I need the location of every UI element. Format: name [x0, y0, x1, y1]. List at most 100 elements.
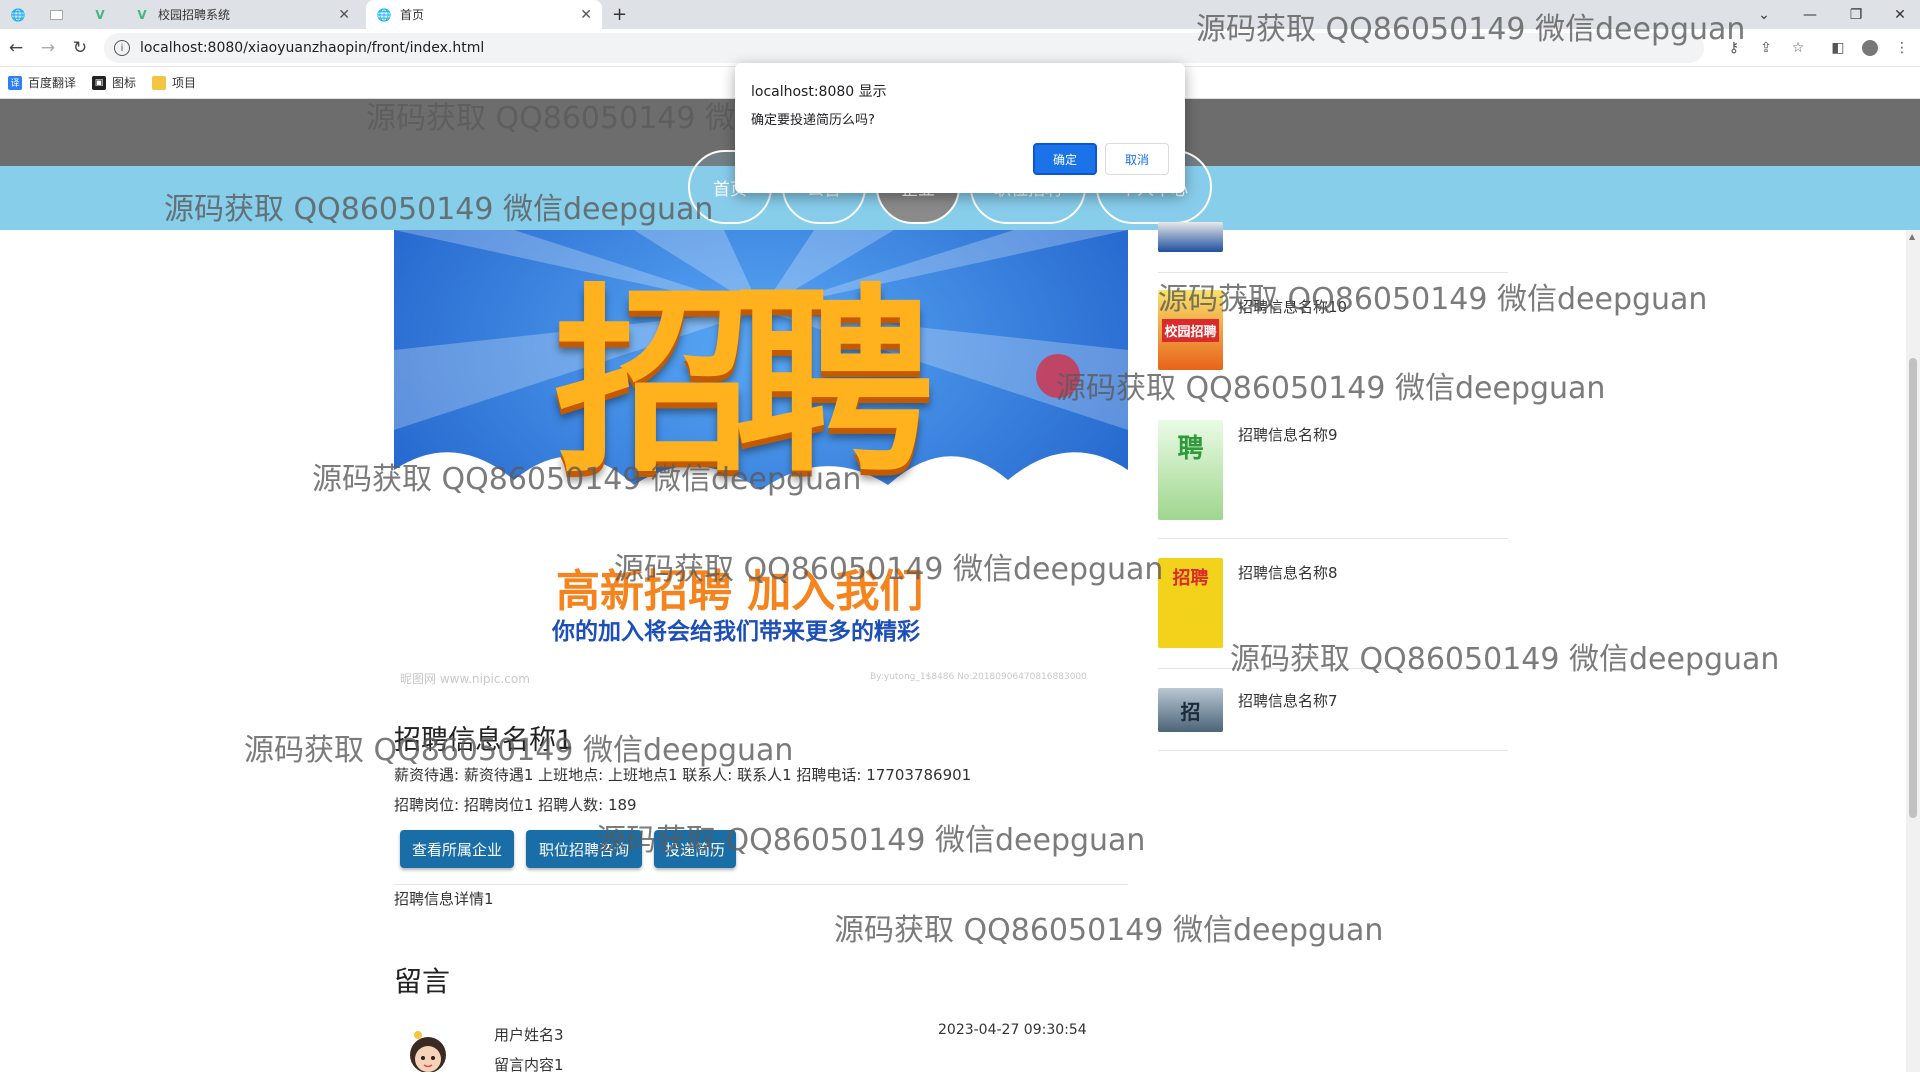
- thumbnail: 招: [1158, 688, 1223, 732]
- tab-home[interactable]: 🌐 首页 ✕: [366, 0, 602, 29]
- thumbnail: 招聘: [1158, 558, 1223, 648]
- folder-icon: [152, 75, 167, 90]
- view-company-button[interactable]: 查看所属企业: [400, 830, 514, 868]
- arrow-left-icon: ←: [8, 38, 24, 58]
- banner-subslogan: 你的加入将会给我们带来更多的精彩: [552, 619, 920, 645]
- divider: [1158, 750, 1508, 751]
- banner-headline: 招聘: [554, 267, 934, 500]
- scroll-up-icon[interactable]: ▲: [1909, 232, 1915, 241]
- message-user-name: 用户姓名3: [494, 1026, 564, 1044]
- url-text[interactable]: localhost:8080/xiaoyuanzhaopin/front/ind…: [140, 40, 484, 56]
- close-icon: ✕: [1894, 6, 1906, 23]
- button-label: 查看所属企业: [411, 840, 502, 859]
- menu-icon[interactable]: ⋮: [1891, 37, 1913, 59]
- divider: [394, 884, 1128, 885]
- address-toolbar: ← → ↻ i localhost:8080/xiaoyuanzhaopin/f…: [0, 29, 1920, 67]
- scrollbar-thumb[interactable]: [1909, 358, 1917, 818]
- reload-icon: ↻: [72, 38, 88, 58]
- plus-icon: +: [612, 4, 628, 25]
- thumbnail: [1158, 222, 1223, 252]
- icon-folder-icon: ▣: [92, 75, 107, 90]
- bookmark-baidu-translate[interactable]: 译 百度翻译: [8, 74, 76, 91]
- vue-icon: V: [95, 7, 105, 22]
- reload-button[interactable]: ↻: [68, 37, 92, 59]
- tab-title: 校园招聘系统: [158, 8, 231, 22]
- blank-page-icon: [48, 7, 64, 23]
- job-banner-image: 招聘 高新招聘 加入我们 你的加入将会给我们带来更多的精彩 昵图网 www.ni…: [394, 230, 1128, 692]
- job-consult-button[interactable]: 职位招聘咨询: [526, 830, 642, 868]
- confirm-dialog: localhost:8080 显示 确定要投递简历么吗? 确定 取消: [735, 63, 1185, 193]
- translate-icon: 译: [8, 75, 22, 90]
- side-item-name[interactable]: 招聘信息名称8: [1238, 562, 1338, 583]
- minimize-button[interactable]: —: [1790, 0, 1830, 29]
- job-title: 招聘信息名称1: [394, 725, 574, 756]
- dialog-ok-button[interactable]: 确定: [1033, 143, 1097, 175]
- side-item-job-7[interactable]: 招 招聘信息名称7: [1158, 688, 1508, 732]
- restore-button[interactable]: ❐: [1836, 0, 1876, 29]
- restore-icon: ❐: [1849, 6, 1863, 23]
- bookmark-label: 项目: [172, 76, 197, 90]
- job-info-row-2: 招聘岗位: 招聘岗位1 招聘人数: 189: [394, 796, 637, 814]
- side-item-name[interactable]: 招聘信息名称7: [1238, 690, 1338, 711]
- divider: [1158, 272, 1508, 273]
- side-item-job-9[interactable]: 聘 招聘信息名称9: [1158, 420, 1508, 520]
- message-time: 2023-04-27 09:30:54: [938, 1022, 1087, 1038]
- dialog-title: localhost:8080 显示: [751, 84, 887, 100]
- side-item-partial[interactable]: [1158, 222, 1508, 252]
- thumbnail-text: 招聘: [1172, 568, 1209, 589]
- submit-resume-button[interactable]: 投递简历: [654, 830, 736, 868]
- forward-button[interactable]: →: [36, 37, 60, 59]
- close-icon[interactable]: ✕: [580, 7, 592, 23]
- tab-pinned-3[interactable]: V: [92, 0, 120, 29]
- bookmark-label: 图标: [112, 76, 137, 90]
- thumbnail-text: 聘: [1177, 434, 1204, 464]
- divider: [1158, 668, 1508, 669]
- dialog-message: 确定要投递简历么吗?: [751, 113, 875, 128]
- bookmark-projects[interactable]: 项目: [152, 74, 196, 91]
- dialog-cancel-button[interactable]: 取消: [1105, 143, 1169, 175]
- browser-tab-bar: 🌐 V V 校园招聘系统 ✕ 🌐 首页 ✕ + ⌄ — ❐ ✕: [0, 0, 1920, 29]
- back-button[interactable]: ←: [4, 37, 28, 59]
- side-item-name[interactable]: 招聘信息名称9: [1238, 424, 1338, 445]
- new-tab-button[interactable]: +: [612, 0, 638, 29]
- banner-id-mark: By:yutong_1$8486 No:20180906470816883000: [870, 672, 1087, 682]
- info-icon[interactable]: i: [114, 40, 130, 56]
- key-icon[interactable]: ⚷: [1723, 37, 1745, 59]
- tab-pinned-1[interactable]: 🌐: [10, 0, 38, 29]
- avatar-graphic: [410, 1031, 446, 1072]
- side-item-name[interactable]: 招聘信息名称10: [1238, 296, 1347, 317]
- job-detail-text: 招聘信息详情1: [394, 890, 494, 908]
- thumbnail: 校园招聘: [1158, 290, 1223, 370]
- button-label: 职位招聘咨询: [538, 840, 629, 859]
- close-window-button[interactable]: ✕: [1880, 0, 1920, 29]
- globe-icon: 🌐: [10, 7, 26, 22]
- side-item-job-10[interactable]: 校园招聘 招聘信息名称10: [1158, 290, 1508, 370]
- page-scrollbar[interactable]: ▲: [1906, 230, 1920, 1072]
- share-icon[interactable]: ⇪: [1755, 37, 1777, 59]
- watermark: 源码获取 QQ86050149 微信deepguan: [834, 913, 1384, 948]
- thumbnail-text: 招: [1180, 699, 1201, 724]
- side-item-job-8[interactable]: 招聘 招聘信息名称8: [1158, 558, 1508, 648]
- globe-icon: 🌐: [376, 7, 392, 22]
- messages-heading: 留言: [394, 965, 451, 998]
- tab-title: 首页: [400, 8, 425, 22]
- bookmark-label: 百度翻译: [28, 76, 77, 90]
- tab-pinned-2[interactable]: [48, 0, 76, 29]
- button-label: 投递简历: [664, 840, 725, 859]
- close-icon[interactable]: ✕: [338, 7, 350, 23]
- bookmark-icons[interactable]: ▣ 图标: [92, 74, 136, 91]
- address-bar[interactable]: i localhost:8080/xiaoyuanzhaopin/front/i…: [104, 33, 1704, 63]
- avatar: [398, 1025, 462, 1072]
- vue-icon: V: [137, 7, 147, 22]
- star-icon[interactable]: ☆: [1787, 37, 1809, 59]
- tab-campus-recruit[interactable]: V 校园招聘系统 ✕: [130, 0, 360, 29]
- cursor-highlight: [1036, 354, 1080, 398]
- divider: [1158, 538, 1508, 539]
- banner-slogan: 高新招聘 加入我们: [556, 566, 924, 617]
- job-info-row-1: 薪资待遇: 薪资待遇1 上班地点: 上班地点1 联系人: 联系人1 招聘电话: …: [394, 766, 972, 784]
- profile-icon[interactable]: [1859, 37, 1881, 59]
- banner-site-mark: 昵图网 www.nipic.com: [400, 672, 530, 686]
- tab-search-button[interactable]: ⌄: [1744, 0, 1784, 29]
- side-panel-icon[interactable]: ◧: [1827, 37, 1849, 59]
- chevron-down-icon: ⌄: [1758, 6, 1770, 23]
